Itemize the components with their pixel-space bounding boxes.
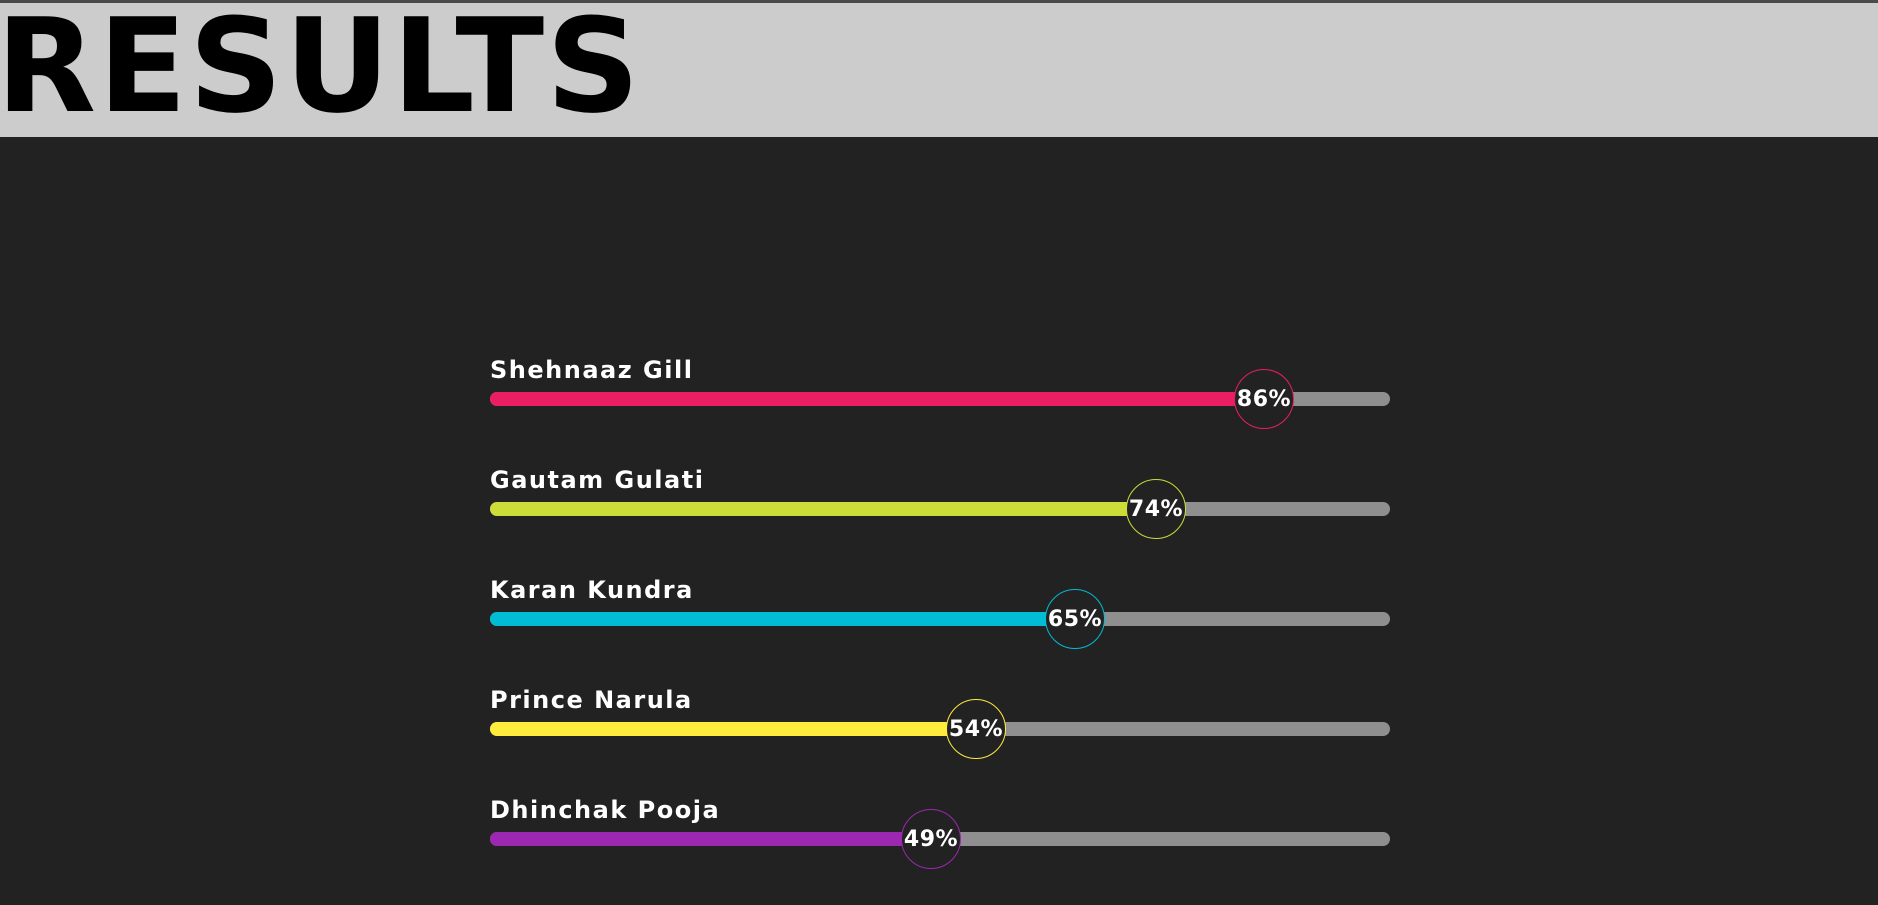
result-name: Karan Kundra: [490, 576, 694, 604]
result-item-karan-kundra: Karan Kundra 65%: [490, 575, 1390, 685]
page-title: RESULTS: [0, 3, 642, 137]
result-name: Dhinchak Pooja: [490, 796, 721, 824]
percent-label: 65%: [1047, 606, 1103, 632]
result-name: Shehnaaz Gill: [490, 356, 694, 384]
percent-badge: 74%: [1126, 479, 1186, 539]
progress-fill: [490, 502, 1156, 516]
percent-badge: 54%: [946, 699, 1006, 759]
result-item-prince-narula: Prince Narula 54%: [490, 685, 1390, 795]
result-name: Gautam Gulati: [490, 466, 705, 494]
percent-label: 54%: [948, 716, 1004, 742]
percent-label: 74%: [1128, 496, 1184, 522]
progress-fill: [490, 832, 931, 846]
percent-badge: 65%: [1045, 589, 1105, 649]
results-list: Shehnaaz Gill 86% Gautam Gulati 74% Kara…: [490, 355, 1390, 905]
result-item-shehnaaz-gill: Shehnaaz Gill 86%: [490, 355, 1390, 465]
progress-fill: [490, 612, 1075, 626]
result-name: Prince Narula: [490, 686, 693, 714]
progress-track: 65%: [490, 589, 1390, 649]
percent-badge: 86%: [1234, 369, 1294, 429]
percent-label: 49%: [903, 826, 959, 852]
progress-track: 54%: [490, 699, 1390, 759]
progress-fill: [490, 392, 1264, 406]
header-bar: RESULTS: [0, 3, 1878, 137]
result-item-gautam-gulati: Gautam Gulati 74%: [490, 465, 1390, 575]
progress-track: 74%: [490, 479, 1390, 539]
progress-track: 49%: [490, 809, 1390, 869]
progress-fill: [490, 722, 976, 736]
percent-label: 86%: [1236, 386, 1292, 412]
progress-track: 86%: [490, 369, 1390, 429]
result-item-dhinchak-pooja: Dhinchak Pooja 49%: [490, 795, 1390, 905]
percent-badge: 49%: [901, 809, 961, 869]
